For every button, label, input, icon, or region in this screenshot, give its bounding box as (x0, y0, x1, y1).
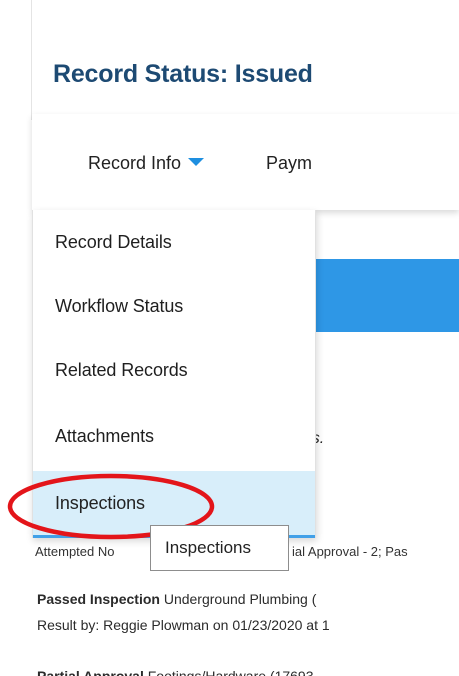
inspection-result-list: Passed Inspection Underground Plumbing (… (37, 586, 459, 638)
menu-item-record-details[interactable]: Record Details (33, 210, 315, 274)
inspection-status: Passed Inspection (37, 591, 160, 607)
page-title: Record Status: Issued (53, 60, 313, 88)
tab-record-info[interactable]: Record Info (88, 151, 205, 175)
menu-item-workflow-status[interactable]: Workflow Status (33, 274, 315, 338)
menu-item-related-records[interactable]: Related Records (33, 338, 315, 402)
next-inspection-result-item: Partial Approval Footings/Hardware (1769… (37, 667, 314, 676)
tab-record-info-label: Record Info (88, 153, 182, 173)
page-left-divider (31, 0, 32, 120)
attempted-label-fragment: Attempted No (35, 544, 115, 559)
inspections-tooltip: Inspections (150, 525, 289, 571)
next-inspection-status: Partial Approval (37, 668, 144, 676)
menu-item-attachments[interactable]: Attachments (33, 404, 315, 468)
inspection-result-by: Result by: Reggie Plowman on 01/23/2020 … (37, 617, 330, 633)
inspection-description: Underground Plumbing ( (163, 591, 317, 607)
record-tabs: Record Info Paym (32, 114, 459, 210)
tab-payments[interactable]: Paym (266, 151, 312, 175)
next-inspection-description: Footings/Hardware (17693 (147, 668, 314, 676)
inspection-result-item: Passed Inspection Underground Plumbing ( (37, 586, 459, 612)
record-info-dropdown: Record Details Workflow Status Related R… (32, 210, 316, 538)
caret-down-icon (188, 158, 205, 167)
approval-summary-fragment: ial Approval - 2; Pas (292, 544, 408, 559)
